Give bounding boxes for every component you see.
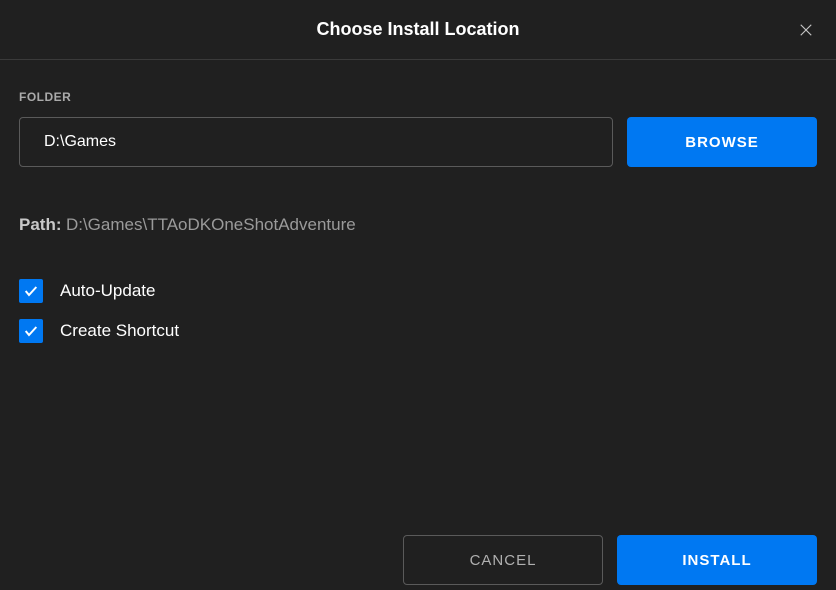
install-path-display: Path: D:\Games\TTAoDKOneShotAdventure — [19, 215, 817, 235]
install-button[interactable]: INSTALL — [617, 535, 817, 585]
close-icon — [797, 21, 815, 39]
create-shortcut-label[interactable]: Create Shortcut — [60, 321, 179, 341]
dialog-title: Choose Install Location — [316, 19, 519, 40]
folder-section-label: FOLDER — [19, 90, 817, 104]
folder-path-input[interactable] — [19, 117, 613, 167]
path-label: Path: — [19, 215, 62, 234]
checkmark-icon — [23, 283, 39, 299]
auto-update-label[interactable]: Auto-Update — [60, 281, 155, 301]
create-shortcut-checkbox[interactable] — [19, 319, 43, 343]
auto-update-checkbox[interactable] — [19, 279, 43, 303]
path-value: D:\Games\TTAoDKOneShotAdventure — [66, 215, 356, 234]
browse-button[interactable]: BROWSE — [627, 117, 817, 167]
close-button[interactable] — [794, 18, 818, 42]
checkmark-icon — [23, 323, 39, 339]
cancel-button[interactable]: CANCEL — [403, 535, 603, 585]
